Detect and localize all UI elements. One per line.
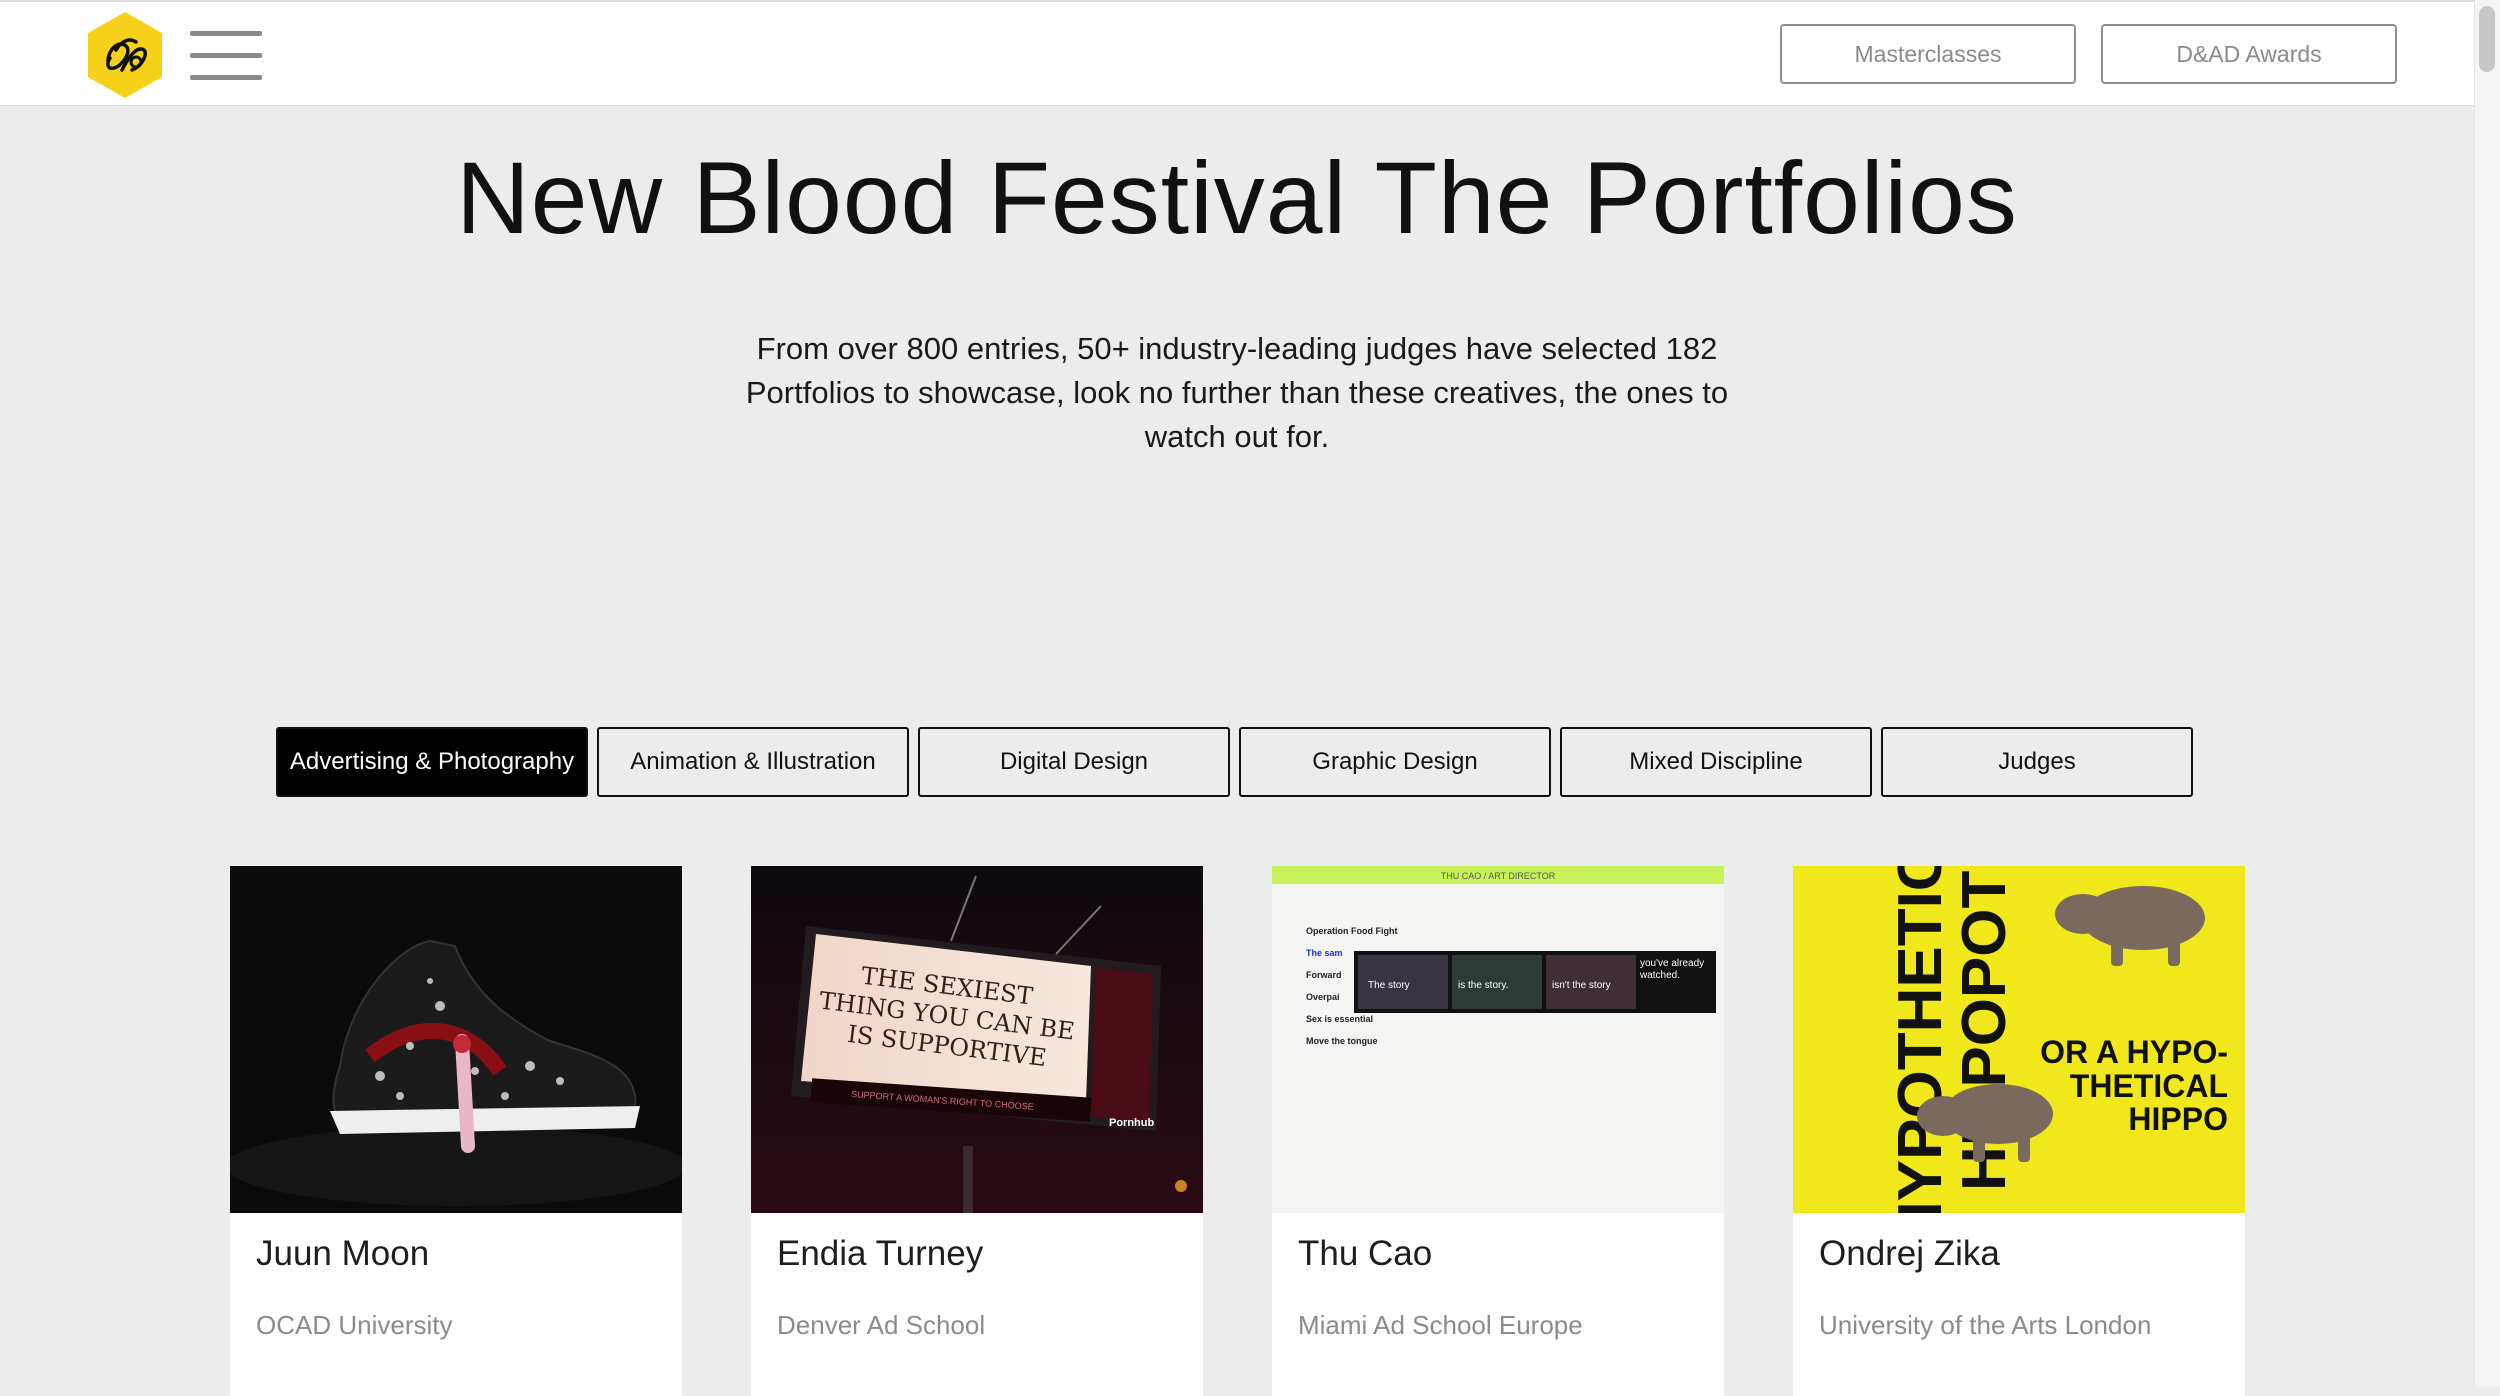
portfolio-school: Miami Ad School Europe <box>1298 1310 1583 1340</box>
portfolio-name[interactable]: Juun Moon <box>256 1234 429 1274</box>
tab-judges[interactable]: Judges <box>1881 727 2193 797</box>
site-item-5: Sex is essential <box>1306 1014 1373 1024</box>
site-header: THU CAO / ART DIRECTOR <box>1441 871 1556 881</box>
dandad-logo[interactable] <box>86 10 164 100</box>
hippo-headline-3: HIPPO <box>2128 1101 2228 1137</box>
strip-text-4: you've already watched. <box>1640 958 1705 981</box>
tab-advertising-photography[interactable]: Advertising & Photography <box>276 727 588 797</box>
portfolio-image-website[interactable]: THU CAO / ART DIRECTOR Operation Food Fi… <box>1272 866 1724 1213</box>
menu-icon[interactable] <box>190 29 262 81</box>
scrollbar[interactable] <box>2474 0 2500 1387</box>
portfolio-name[interactable]: Endia Turney <box>777 1234 983 1274</box>
site-item-6: Move the tongue <box>1306 1036 1378 1046</box>
site-item-1: Operation Food Fight <box>1306 926 1398 936</box>
portfolio-card[interactable]: Juun Moon OCAD University <box>230 866 682 1396</box>
tab-animation-illustration[interactable]: Animation & Illustration <box>597 727 909 797</box>
site-item-3: Forward <box>1306 970 1342 980</box>
site-item-2: The sam <box>1306 948 1343 958</box>
page-title: New Blood Festival The Portfolios <box>456 141 2018 255</box>
portfolio-card[interactable]: HYPOTHETIC HIPPOPOT OR A HYPO- THETICAL … <box>1793 866 2245 1396</box>
category-tabs: Advertising & Photography Animation & Il… <box>276 727 2193 797</box>
strip-text-1: The story <box>1368 980 1410 991</box>
strip-text-3: isn't the story <box>1552 980 1611 991</box>
portfolio-card[interactable]: THU CAO / ART DIRECTOR Operation Food Fi… <box>1272 866 1724 1396</box>
tab-mixed-discipline[interactable]: Mixed Discipline <box>1560 727 1872 797</box>
hippo-headline-1: OR A HYPO- <box>2040 1034 2228 1070</box>
tab-digital-design[interactable]: Digital Design <box>918 727 1230 797</box>
awards-button[interactable]: D&AD Awards <box>2101 24 2397 84</box>
portfolio-name[interactable]: Thu Cao <box>1298 1234 1432 1274</box>
portfolio-school: Denver Ad School <box>777 1310 986 1340</box>
hippo-headline-2: THETICAL <box>2070 1068 2228 1104</box>
tab-graphic-design[interactable]: Graphic Design <box>1239 727 1551 797</box>
portfolio-school: University of the Arts London <box>1819 1310 2152 1340</box>
top-bar: Masterclasses D&AD Awards <box>0 0 2474 106</box>
portfolio-card[interactable]: THE SEXIEST THING YOU CAN BE IS SUPPORTI… <box>751 866 1203 1396</box>
site-item-4: Overpai <box>1306 992 1340 1002</box>
hippo-vertical-1: HYPOTHETIC <box>1886 866 1955 1213</box>
intro-text: From over 800 entries, 50+ industry-lead… <box>745 331 1729 454</box>
portfolio-image-hippo[interactable]: HYPOTHETIC HIPPOPOT OR A HYPO- THETICAL … <box>1793 866 2245 1213</box>
portfolio-image-sneaker[interactable] <box>230 866 682 1213</box>
scrollbar-thumb[interactable] <box>2479 6 2495 72</box>
billboard-brand: Pornhub <box>1109 1117 1154 1129</box>
portfolio-school: OCAD University <box>256 1310 453 1340</box>
masterclasses-button[interactable]: Masterclasses <box>1780 24 2076 84</box>
portfolio-image-billboard[interactable]: THE SEXIEST THING YOU CAN BE IS SUPPORTI… <box>751 866 1203 1213</box>
strip-text-2: is the story. <box>1458 980 1508 991</box>
portfolio-name[interactable]: Ondrej Zika <box>1819 1234 2000 1274</box>
